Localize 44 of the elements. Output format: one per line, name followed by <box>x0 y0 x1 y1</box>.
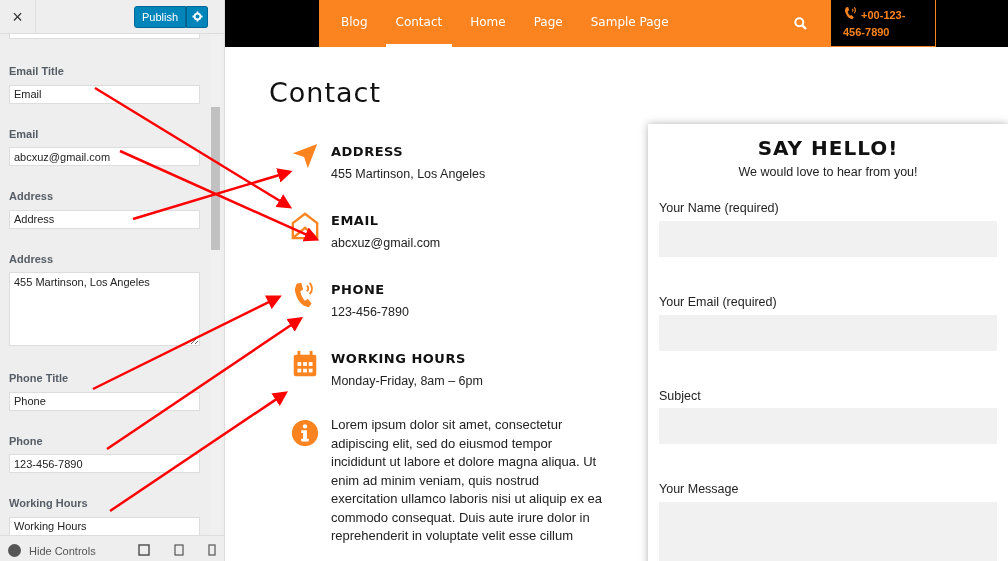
input-field[interactable]: Address <box>9 209 200 229</box>
contact-title: ADDRESS <box>331 143 405 162</box>
mobile-icon[interactable] <box>208 544 216 557</box>
description-text: Lorem ipsum dolor sit amet, consectetur adipiscing elit, sed do eiusmod tempor incididunt ut labore et dolore magna aliqua. Ut enim ad minim veniam, quis nostrud exercitation ullamco laboris nisi ut aliquip ex ea commodo consequat. Duis aute irure dolor in reprehenderit in voluptate velit esse cillum <box>331 416 603 546</box>
tablet-icon[interactable] <box>174 544 184 557</box>
input-field[interactable]: abcxuz@gmail.com <box>9 147 200 166</box>
input-field[interactable]: Phone <box>9 391 200 411</box>
field-label: Subject <box>659 387 702 405</box>
contact-detail: abcxuz@gmail.com <box>331 234 441 252</box>
info-icon <box>289 418 320 449</box>
phone-badge: +00-123-456-7890 <box>831 0 936 47</box>
field-label: Phone Title <box>9 371 70 386</box>
field-label: Your Email (required) <box>659 293 778 311</box>
contact-title: EMAIL <box>331 212 380 231</box>
close-button[interactable]: × <box>0 0 36 33</box>
publish-button[interactable]: Publish <box>133 5 186 28</box>
field-label: Address <box>9 251 55 267</box>
text-area[interactable]: 455 Martinson, Los Angeles <box>9 272 200 346</box>
contact-detail: 123-456-7890 <box>331 303 409 321</box>
field-label: Working Hours <box>9 496 89 511</box>
field-label: Email Title <box>9 64 65 79</box>
field-label: Your Message <box>659 481 740 499</box>
contact-detail: Monday-Friday, 8am – 6pm <box>331 372 483 390</box>
phone-icon <box>843 6 858 21</box>
input-field[interactable]: Working Hours <box>9 516 200 536</box>
input-field[interactable]: Email <box>9 84 200 104</box>
envelope-icon <box>289 211 320 242</box>
settings-button[interactable] <box>186 5 208 28</box>
hide-controls-link[interactable]: Hide Controls <box>29 543 96 560</box>
field-label: Phone <box>9 433 44 449</box>
field-label: Address <box>9 189 55 204</box>
input-field[interactable]: 123-456-7890 <box>9 454 200 473</box>
page-title: Contact <box>269 77 383 110</box>
search-icon[interactable] <box>794 17 807 30</box>
field-label: Email <box>9 126 40 142</box>
contact-detail: 455 Martinson, Los Angeles <box>331 165 486 183</box>
contact-title: PHONE <box>331 281 386 300</box>
form-title: SAY HELLO! <box>756 136 900 161</box>
desktop-icon[interactable] <box>138 544 150 557</box>
field-label: Your Name (required) <box>659 200 780 218</box>
form-subtitle: We would love to hear from you! <box>737 164 919 182</box>
contact-title: WORKING HOURS <box>331 350 467 369</box>
gear-icon <box>191 11 203 22</box>
collapse-icon[interactable] <box>8 544 21 558</box>
